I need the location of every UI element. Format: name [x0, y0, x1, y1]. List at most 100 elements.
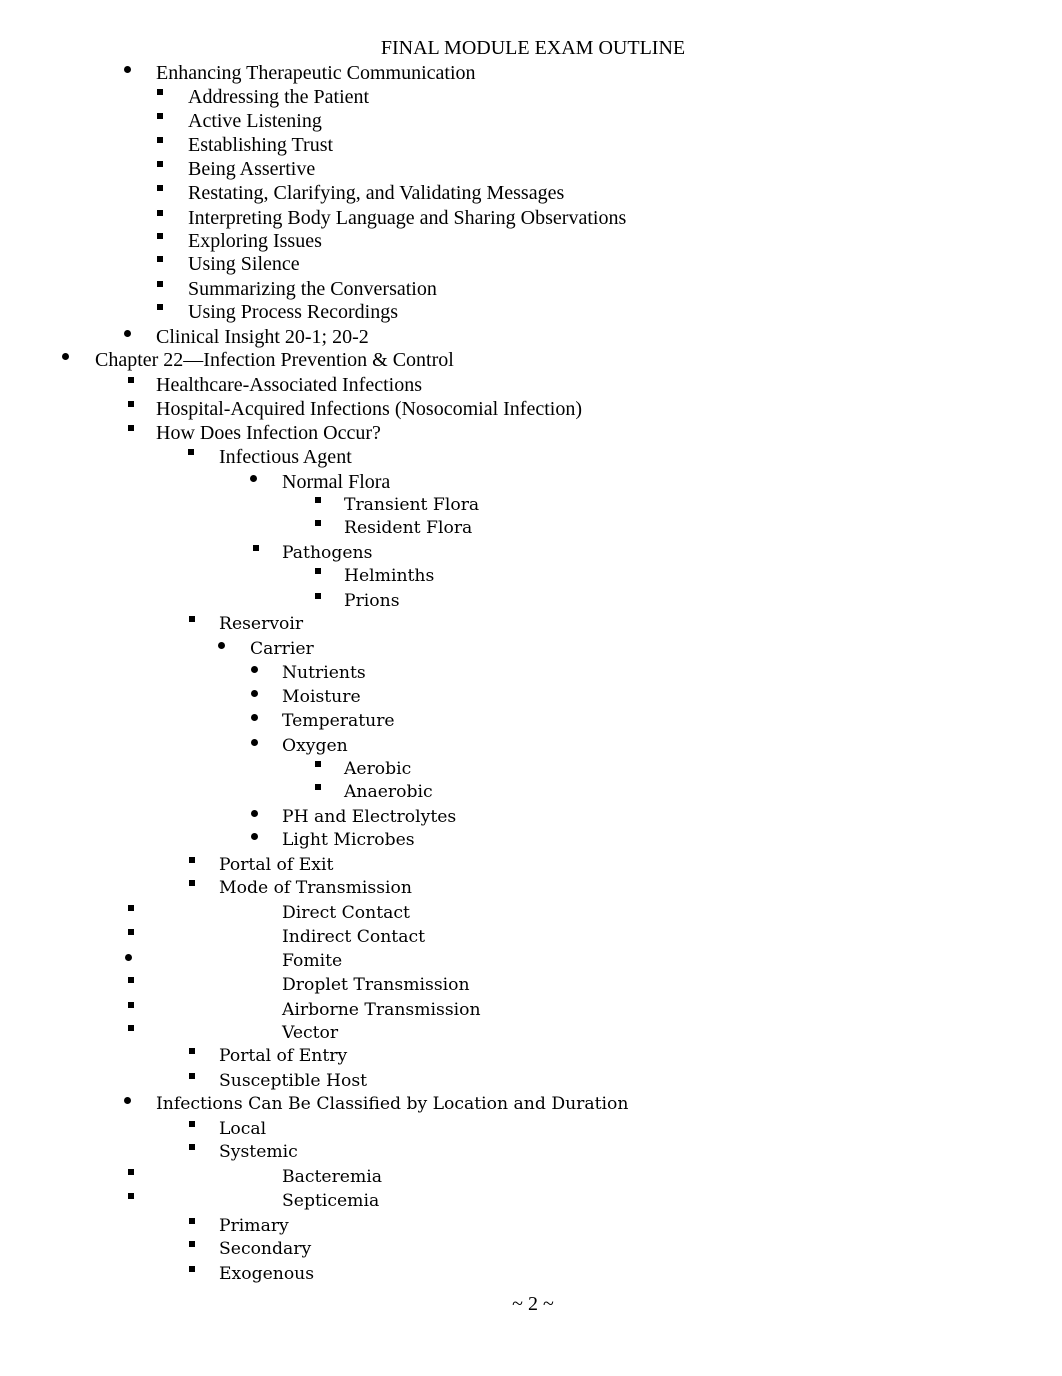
outline-item-text: Active Listening: [188, 110, 322, 132]
outline-item: Light Microbes: [0, 828, 1062, 852]
outline-item: Clinical Insight 20-1; 20-2: [0, 325, 1062, 349]
outline-item: Active Listening: [0, 109, 1062, 133]
square-bullet-icon: [157, 185, 163, 191]
square-bullet-icon: [128, 1169, 134, 1175]
outline-item-text: Temperature: [282, 711, 395, 731]
outline-item: Restating, Clarifying, and Validating Me…: [0, 181, 1062, 205]
outline-item: Portal of Entry: [0, 1044, 1062, 1068]
outline-item: Systemic: [0, 1140, 1062, 1164]
outline-item: Droplet Transmission: [0, 973, 1062, 997]
round-bullet-icon: [251, 666, 258, 673]
square-bullet-icon: [315, 761, 321, 767]
square-bullet-icon: [315, 520, 321, 526]
outline-item: Moisture: [0, 685, 1062, 709]
round-bullet-icon: [125, 954, 132, 961]
square-bullet-icon: [157, 210, 163, 216]
round-bullet-icon: [124, 1097, 131, 1104]
outline-item: Chapter 22—Infection Prevention & Contro…: [0, 348, 1062, 372]
outline-item: Temperature: [0, 709, 1062, 733]
outline-item-text: Portal of Entry: [219, 1046, 348, 1066]
square-bullet-icon: [189, 1073, 195, 1079]
square-bullet-icon: [315, 593, 321, 599]
square-bullet-icon: [189, 857, 195, 863]
outline-item: Using Silence: [0, 252, 1062, 276]
outline-item: Nutrients: [0, 661, 1062, 685]
outline-item: Primary: [0, 1214, 1062, 1238]
square-bullet-icon: [189, 1241, 195, 1247]
square-bullet-icon: [157, 137, 163, 143]
outline-item: Exogenous: [0, 1262, 1062, 1286]
outline-item-text: Enhancing Therapeutic Communication: [156, 62, 476, 84]
outline-item: Pathogens: [0, 541, 1062, 565]
outline-item: Bacteremia: [0, 1165, 1062, 1189]
outline-item: Using Process Recordings: [0, 300, 1062, 324]
outline-item-text: PH and Electrolytes: [282, 807, 457, 827]
document-page: FINAL MODULE EXAM OUTLINE Enhancing Ther…: [0, 0, 1062, 1376]
outline-item-text: Infectious Agent: [219, 446, 352, 468]
square-bullet-icon: [157, 89, 163, 95]
square-bullet-icon: [128, 977, 134, 983]
outline-item: Prions: [0, 589, 1062, 613]
square-bullet-icon: [128, 1025, 134, 1031]
outline-item: Susceptible Host: [0, 1069, 1062, 1093]
round-bullet-icon: [124, 66, 131, 73]
square-bullet-icon: [128, 401, 134, 407]
outline-item-text: Hospital-Acquired Infections (Nosocomial…: [156, 398, 582, 420]
square-bullet-icon: [189, 616, 195, 622]
outline-item-text: Clinical Insight 20-1; 20-2: [156, 326, 369, 348]
square-bullet-icon: [253, 545, 259, 551]
outline-item-text: Addressing the Patient: [188, 86, 370, 108]
outline-item: Anaerobic: [0, 780, 1062, 804]
outline-item-text: Exogenous: [219, 1264, 315, 1284]
round-bullet-icon: [250, 475, 257, 482]
outline-item-text: Direct Contact: [282, 903, 410, 923]
document-title: FINAL MODULE EXAM OUTLINE: [380, 37, 686, 59]
outline-item: Local: [0, 1117, 1062, 1141]
round-bullet-icon: [218, 642, 225, 649]
outline-item-text: Vector: [282, 1023, 339, 1043]
outline-item: Healthcare-Associated Infections: [0, 373, 1062, 397]
outline-item-text: Being Assertive: [188, 158, 316, 180]
outline-item-text: Susceptible Host: [219, 1071, 368, 1091]
outline-item: Enhancing Therapeutic Communication: [0, 61, 1062, 85]
outline-item: Helminths: [0, 564, 1062, 588]
outline-item-text: Secondary: [219, 1239, 312, 1259]
outline-item-text: Droplet Transmission: [282, 975, 470, 995]
outline-item: Oxygen: [0, 734, 1062, 758]
outline-item-text: Oxygen: [282, 736, 348, 756]
square-bullet-icon: [189, 1144, 195, 1150]
outline-item-text: Portal of Exit: [219, 855, 334, 875]
square-bullet-icon: [315, 568, 321, 574]
outline-item-text: Anaerobic: [344, 782, 433, 802]
outline-item-text: Moisture: [282, 687, 361, 707]
square-bullet-icon: [128, 929, 134, 935]
outline-item-text: Primary: [219, 1216, 289, 1236]
outline-item: How Does Infection Occur?: [0, 421, 1062, 445]
square-bullet-icon: [189, 1048, 195, 1054]
square-bullet-icon: [157, 113, 163, 119]
outline-item-text: Mode of Transmission: [219, 878, 412, 898]
outline-item: Hospital-Acquired Infections (Nosocomial…: [0, 397, 1062, 421]
outline-item-text: Indirect Contact: [282, 927, 425, 947]
round-bullet-icon: [251, 739, 258, 746]
outline-item-text: Systemic: [219, 1142, 298, 1162]
square-bullet-icon: [157, 281, 163, 287]
outline-item: Fomite: [0, 949, 1062, 973]
outline-item: Airborne Transmission: [0, 998, 1062, 1022]
outline-item-text: Normal Flora: [282, 471, 391, 493]
outline-item: PH and Electrolytes: [0, 805, 1062, 829]
outline-item-text: Healthcare-Associated Infections: [156, 374, 422, 396]
square-bullet-icon: [189, 1218, 195, 1224]
outline-item-text: Fomite: [282, 951, 343, 971]
square-bullet-icon: [128, 905, 134, 911]
square-bullet-icon: [157, 256, 163, 262]
outline-item: Being Assertive: [0, 157, 1062, 181]
outline-item: Portal of Exit: [0, 853, 1062, 877]
round-bullet-icon: [251, 690, 258, 697]
outline-item-text: Bacteremia: [282, 1167, 383, 1187]
outline-item: Secondary: [0, 1237, 1062, 1261]
outline-item: Exploring Issues: [0, 229, 1062, 253]
outline-item: Establishing Trust: [0, 133, 1062, 157]
outline-item: Carrier: [0, 637, 1062, 661]
square-bullet-icon: [157, 304, 163, 310]
